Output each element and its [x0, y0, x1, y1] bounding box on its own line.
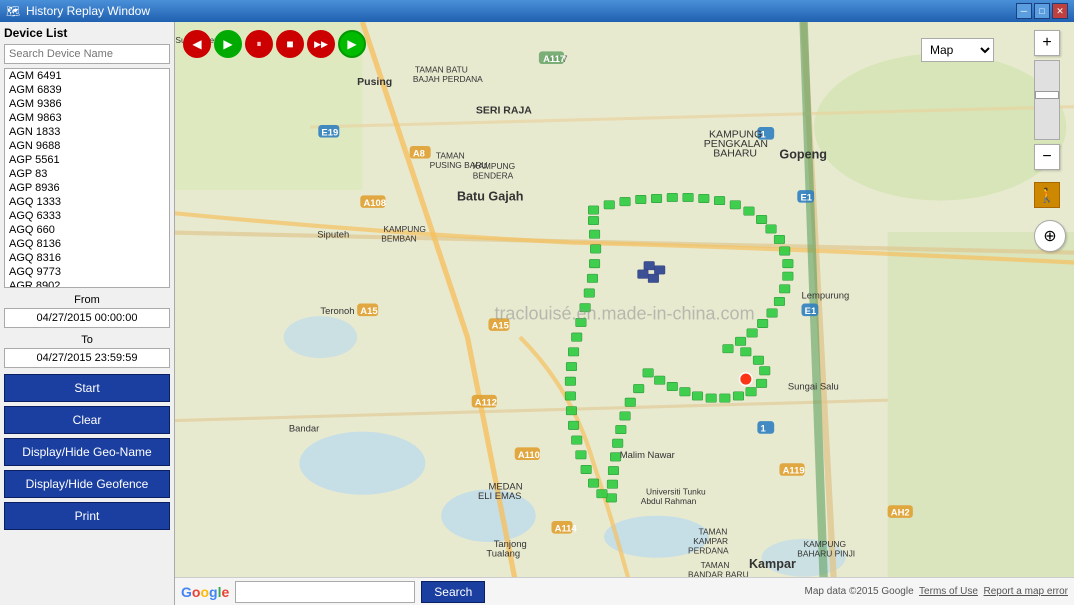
zoom-out-button[interactable]: −: [1034, 144, 1060, 170]
svg-text:A114: A114: [555, 523, 578, 534]
print-button[interactable]: Print: [4, 502, 170, 530]
svg-text:A117: A117: [543, 54, 565, 65]
device-item-agm9386[interactable]: AGM 9386: [5, 97, 169, 111]
svg-text:Bandar: Bandar: [289, 424, 319, 435]
svg-text:Lempurung: Lempurung: [802, 290, 850, 301]
replay-pause-button[interactable]: ⏸: [245, 30, 273, 58]
minimize-button[interactable]: ─: [1016, 3, 1032, 19]
svg-text:ELI EMAS: ELI EMAS: [478, 491, 522, 502]
svg-text:E1: E1: [805, 306, 817, 317]
svg-text:E19: E19: [321, 127, 338, 138]
svg-text:BAHARU: BAHARU: [713, 147, 757, 159]
map-svg: A117 A117 A8 A108 A15 A15 A112 A110 A114…: [175, 22, 1074, 605]
svg-text:Tualang: Tualang: [486, 549, 520, 560]
start-button[interactable]: Start: [4, 374, 170, 402]
svg-text:SERI RAJA: SERI RAJA: [476, 104, 532, 116]
device-item-agq660[interactable]: AGQ 660: [5, 223, 169, 237]
to-date-input[interactable]: [4, 348, 170, 368]
device-item-agq9773[interactable]: AGQ 9773: [5, 265, 169, 279]
device-search-input[interactable]: [4, 44, 170, 64]
window-icon: 🗺: [6, 5, 20, 18]
replay-go-button[interactable]: ▶: [338, 30, 366, 58]
map-copyright: Map data ©2015 Google Terms of Use Repor…: [805, 586, 1068, 597]
svg-text:A8: A8: [413, 148, 425, 159]
replay-stop-button[interactable]: ■: [276, 30, 304, 58]
replay-play-button[interactable]: ▶: [214, 30, 242, 58]
device-item-agp83[interactable]: AGP 83: [5, 167, 169, 181]
svg-text:A15: A15: [492, 321, 509, 332]
device-item-agr8902[interactable]: AGR 8902: [5, 279, 169, 288]
main-container: Device List AGM 6491AGM 6839AGM 9386AGM …: [0, 22, 1074, 605]
from-date-input[interactable]: [4, 308, 170, 328]
replay-forward-button[interactable]: ▶▶: [307, 30, 335, 58]
map-search-button[interactable]: Search: [421, 581, 485, 603]
maximize-button[interactable]: □: [1034, 3, 1050, 19]
title-bar: 🗺 History Replay Window ─ □ ✕: [0, 0, 1074, 22]
map-area[interactable]: A117 A117 A8 A108 A15 A15 A112 A110 A114…: [175, 22, 1074, 605]
svg-text:A119: A119: [783, 466, 805, 477]
svg-text:Sungai Salu: Sungai Salu: [788, 382, 839, 393]
close-button[interactable]: ✕: [1052, 3, 1068, 19]
device-list: AGM 6491AGM 6839AGM 9386AGM 9863AGN 1833…: [4, 68, 170, 288]
svg-text:BENDERA: BENDERA: [473, 171, 514, 181]
svg-text:AH2: AH2: [891, 508, 910, 519]
svg-text:Gopeng: Gopeng: [779, 148, 827, 162]
from-label: From: [4, 294, 170, 306]
zoom-controls: + − 🚶 ⊕: [1034, 30, 1066, 252]
svg-text:Teronoh: Teronoh: [320, 306, 354, 317]
svg-text:A110: A110: [518, 450, 540, 461]
map-bottom-bar: Google Search Map data ©2015 Google Term…: [175, 577, 1074, 605]
svg-text:Abdul Rahman: Abdul Rahman: [641, 496, 697, 506]
device-item-agn9688[interactable]: AGN 9688: [5, 139, 169, 153]
device-item-agq6333[interactable]: AGQ 6333: [5, 209, 169, 223]
compass-button[interactable]: ⊕: [1034, 220, 1066, 252]
svg-text:A15: A15: [360, 306, 377, 317]
display-geo-name-button[interactable]: Display/Hide Geo-Name: [4, 438, 170, 466]
device-item-agm6491[interactable]: AGM 6491: [5, 69, 169, 83]
device-item-agq8136[interactable]: AGQ 8136: [5, 237, 169, 251]
zoom-track[interactable]: [1034, 60, 1060, 140]
svg-text:PERDANA: PERDANA: [688, 546, 729, 556]
google-logo: Google: [181, 584, 229, 600]
street-view-button[interactable]: 🚶: [1034, 182, 1060, 208]
display-geofence-button[interactable]: Display/Hide Geofence: [4, 470, 170, 498]
svg-text:Siputeh: Siputeh: [317, 229, 349, 240]
zoom-in-button[interactable]: +: [1034, 30, 1060, 56]
device-item-agp5561[interactable]: AGP 5561: [5, 153, 169, 167]
svg-text:1: 1: [761, 424, 766, 435]
svg-text:BEMBAN: BEMBAN: [381, 234, 416, 244]
svg-text:A112: A112: [475, 397, 497, 408]
device-item-agn1833[interactable]: AGN 1833: [5, 125, 169, 139]
svg-text:Kampar: Kampar: [749, 557, 796, 571]
svg-text:BAJAH PERDANA: BAJAH PERDANA: [413, 74, 483, 84]
svg-text:A108: A108: [363, 198, 386, 209]
to-label: To: [4, 334, 170, 346]
map-search-input[interactable]: [235, 581, 415, 603]
device-item-agm6839[interactable]: AGM 6839: [5, 83, 169, 97]
svg-text:Malim Nawar: Malim Nawar: [620, 450, 675, 461]
device-item-agm9863[interactable]: AGM 9863: [5, 111, 169, 125]
device-item-agq8316[interactable]: AGQ 8316: [5, 251, 169, 265]
device-list-title: Device List: [4, 26, 170, 40]
left-panel: Device List AGM 6491AGM 6839AGM 9386AGM …: [0, 22, 175, 605]
replay-back-button[interactable]: ◀: [183, 30, 211, 58]
svg-text:BAHARU PINJI: BAHARU PINJI: [797, 549, 855, 559]
device-item-agp8936[interactable]: AGP 8936: [5, 181, 169, 195]
window-controls: ─ □ ✕: [1016, 3, 1068, 19]
replay-controls: ◀ ▶ ⏸ ■ ▶▶ ▶: [183, 30, 366, 58]
svg-text:Pusing: Pusing: [357, 76, 392, 88]
device-item-agq1333[interactable]: AGQ 1333: [5, 195, 169, 209]
window-title: History Replay Window: [26, 4, 1016, 18]
svg-text:Batu Gajah: Batu Gajah: [457, 190, 523, 204]
zoom-thumb: [1035, 91, 1059, 99]
clear-button[interactable]: Clear: [4, 406, 170, 434]
svg-text:E1: E1: [800, 193, 812, 204]
map-type-select[interactable]: Map Satellite Terrain: [921, 38, 994, 62]
